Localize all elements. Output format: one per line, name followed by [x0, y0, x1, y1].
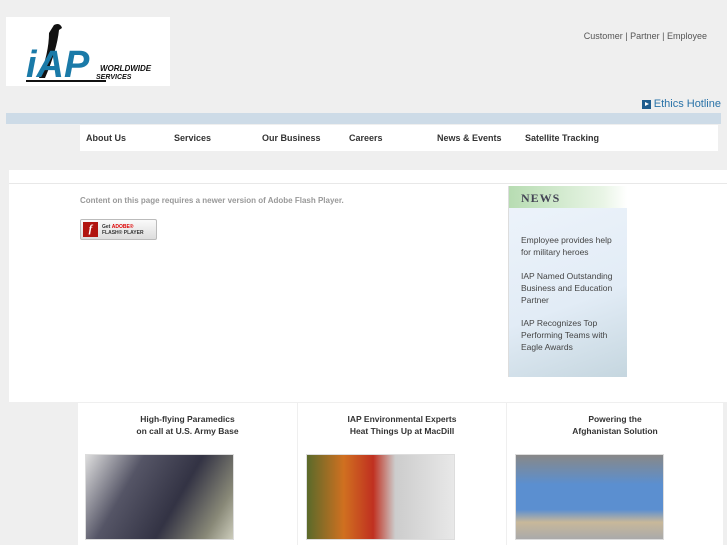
feature-title-line: Powering the — [588, 414, 642, 424]
news-panel: NEWS Employee provides help for military… — [508, 186, 627, 377]
nav-services[interactable]: Services — [174, 133, 211, 143]
nav-careers[interactable]: Careers — [349, 133, 383, 143]
news-item[interactable]: IAP Named Outstanding Business and Educa… — [521, 270, 621, 306]
news-item[interactable]: Employee provides help for military hero… — [521, 234, 621, 258]
feature-card[interactable]: IAP Environmental Experts Heat Things Up … — [298, 403, 506, 545]
flash-button-product: FLASH® PLAYER — [102, 229, 144, 236]
ethics-hotline-label: Ethics Hotline — [653, 98, 721, 110]
employee-link[interactable]: Employee — [667, 31, 707, 41]
feature-title-line: Heat Things Up at MacDill — [349, 426, 455, 436]
nav-satellite-tracking[interactable]: Satellite Tracking — [525, 133, 599, 143]
nav-about-us[interactable]: About Us — [86, 133, 126, 143]
partner-link[interactable]: Partner — [630, 31, 660, 41]
feature-card[interactable]: High-flying Paramedics on call at U.S. Ar… — [78, 403, 297, 545]
nav-news-events[interactable]: News & Events — [437, 133, 502, 143]
svg-text:WORLDWIDE: WORLDWIDE — [100, 64, 152, 73]
customer-link[interactable]: Customer — [584, 31, 623, 41]
feature-title-line: IAP Environmental Experts — [347, 414, 457, 424]
nav-our-business[interactable]: Our Business — [262, 133, 321, 143]
feature-title-line: Afghanistan Solution — [572, 426, 658, 436]
feature-title-line: High-flying Paramedics — [140, 414, 235, 424]
main-nav: About Us Services Our Business Careers N… — [80, 125, 718, 151]
svg-text:iAP: iAP — [26, 44, 90, 86]
paramedics-photo[interactable] — [85, 454, 234, 540]
flash-required-message: Content on this page requires a newer ve… — [80, 196, 344, 205]
ethics-hotline-link[interactable]: Ethics Hotline — [641, 98, 721, 110]
divider — [9, 183, 727, 184]
play-arrow-icon — [641, 99, 651, 109]
team-photo[interactable] — [515, 454, 664, 540]
header-bar — [6, 113, 721, 124]
audience-links: Customer | Partner | Employee — [583, 31, 707, 41]
news-heading: NEWS — [509, 186, 627, 208]
prescribed-fire-photo[interactable] — [306, 454, 455, 540]
svg-text:SERVICES: SERVICES — [96, 74, 132, 81]
flash-icon: f — [83, 222, 98, 237]
feature-card[interactable]: Powering the Afghanistan Solution — [507, 403, 723, 545]
feature-title-line: on call at U.S. Army Base — [136, 426, 239, 436]
company-logo[interactable]: iAP WORLDWIDE SERVICES — [6, 17, 170, 86]
news-item[interactable]: IAP Recognizes Top Performing Teams with… — [521, 317, 621, 353]
get-flash-player-button[interactable]: f Get ADOBE® FLASH® PLAYER — [80, 219, 157, 240]
